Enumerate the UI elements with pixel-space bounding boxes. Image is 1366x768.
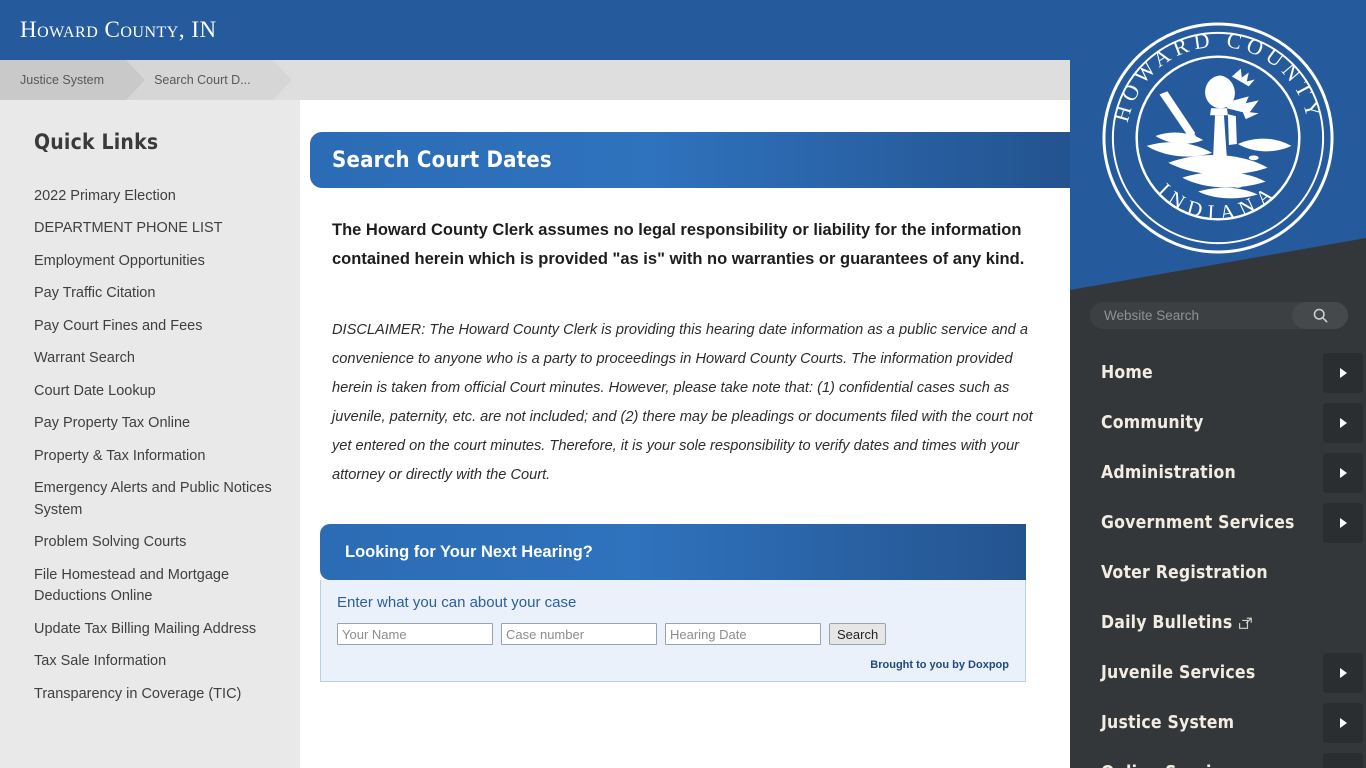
nav-item-label: Justice System [1101, 713, 1235, 733]
breadcrumb-list: Justice System Search Court D... [0, 60, 1070, 100]
county-seal-icon: HOWARD COUNTY INDIANA [1102, 22, 1334, 254]
list-item: Update Tax Billing Mailing Address [0, 613, 300, 646]
seal-panel: HOWARD COUNTY INDIANA [1070, 0, 1366, 290]
chevron-right-icon [1339, 668, 1347, 678]
hearing-search-prompt: Enter what you can about your case [337, 594, 577, 611]
nav-item-label: Online Services [1101, 763, 1242, 768]
nav-item-administration[interactable]: Administration [1070, 448, 1366, 498]
nav-item-label: Daily Bulletins [1101, 613, 1233, 633]
list-item: Pay Court Fines and Fees [0, 310, 300, 343]
nav-expand-community-button[interactable] [1323, 403, 1363, 443]
list-item: Pay Property Tax Online [0, 408, 300, 441]
search-input[interactable] [1090, 308, 1292, 323]
sidebar-item-court-date-lookup[interactable]: Court Date Lookup [34, 375, 278, 408]
nav-item-label: Community [1101, 413, 1204, 433]
list-item: Warrant Search [0, 343, 300, 376]
page-title: Search Court Dates [332, 147, 552, 173]
list-item: Emergency Alerts and Public Notices Syst… [0, 473, 300, 527]
list-item: Problem Solving Courts [0, 527, 300, 560]
lead-paragraph: The Howard County Clerk assumes no legal… [332, 221, 1025, 268]
sidebar-item-employment-opportunities[interactable]: Employment Opportunities [34, 245, 278, 278]
sidebar-item-file-homestead-deductions[interactable]: File Homestead and Mortgage Deductions O… [34, 559, 278, 613]
hearing-search-widget: Looking for Your Next Hearing? Enter wha… [320, 524, 1026, 682]
quick-links-sidebar: Quick Links 2022 Primary Election DEPART… [0, 100, 300, 768]
nav-item-online-services[interactable]: Online Services [1070, 748, 1366, 768]
sidebar-item-2022-primary-election[interactable]: 2022 Primary Election [34, 180, 278, 213]
sidebar-item-department-phone-list[interactable]: DEPARTMENT PHONE LIST [34, 213, 278, 246]
main-content: Search Court Dates The Howard County Cle… [300, 100, 1070, 768]
hearing-search-body: Enter what you can about your case Searc… [320, 580, 1026, 682]
hearing-search-banner: Looking for Your Next Hearing? [320, 524, 1026, 580]
nav-item-daily-bulletins[interactable]: Daily Bulletins [1070, 598, 1366, 648]
case-number-input[interactable] [501, 623, 657, 645]
nav-item-voter-registration[interactable]: Voter Registration [1070, 548, 1366, 598]
chevron-right-icon [1339, 718, 1347, 728]
sidebar-item-tax-sale-information[interactable]: Tax Sale Information [34, 646, 278, 679]
list-item: Tax Sale Information [0, 646, 300, 679]
sidebar-item-pay-traffic-citation[interactable]: Pay Traffic Citation [34, 278, 278, 311]
sidebar-item-pay-property-tax-online[interactable]: Pay Property Tax Online [34, 408, 278, 441]
nav-item-government-services[interactable]: Government Services [1070, 498, 1366, 548]
nav-item-justice-system[interactable]: Justice System [1070, 698, 1366, 748]
breadcrumb-label: Search Court D... [154, 73, 251, 87]
search-icon [1313, 308, 1327, 323]
breadcrumb-item-search-court-dates[interactable]: Search Court D... [126, 60, 292, 100]
nav-expand-administration-button[interactable] [1323, 453, 1363, 493]
nav-item-juvenile-services[interactable]: Juvenile Services [1070, 648, 1366, 698]
site-header: Howard County, IN [0, 0, 1070, 60]
nav-item-label: Voter Registration [1101, 563, 1268, 583]
chevron-right-icon [1339, 368, 1347, 378]
nav-item-home[interactable]: Home [1070, 348, 1366, 398]
list-item: 2022 Primary Election [0, 180, 300, 213]
nav-expand-online-services-button[interactable] [1323, 753, 1363, 768]
sidebar-item-update-tax-billing-address[interactable]: Update Tax Billing Mailing Address [34, 613, 278, 646]
sidebar-item-warrant-search[interactable]: Warrant Search [34, 343, 278, 376]
list-item: Court Date Lookup [0, 375, 300, 408]
page-root: Howard County, IN Justice System Search … [0, 0, 1366, 768]
sidebar-item-emergency-alerts[interactable]: Emergency Alerts and Public Notices Syst… [34, 473, 278, 527]
list-item: DEPARTMENT PHONE LIST [0, 213, 300, 246]
list-item: Transparency in Coverage (TIC) [0, 678, 300, 711]
list-item: Employment Opportunities [0, 245, 300, 278]
doxpop-credit-link[interactable]: Brought to you by Doxpop [337, 659, 1009, 671]
quick-links-title: Quick Links [34, 130, 159, 154]
sidebar-item-property-and-tax-information[interactable]: Property & Tax Information [34, 440, 278, 473]
disclaimer-paragraph: DISCLAIMER: The Howard County Clerk is p… [332, 322, 1033, 483]
sidebar-item-pay-court-fines-and-fees[interactable]: Pay Court Fines and Fees [34, 310, 278, 343]
nav-expand-justice-system-button[interactable] [1323, 703, 1363, 743]
nav-item-label: Administration [1101, 463, 1236, 483]
hearing-search-fields: Search [337, 623, 1009, 645]
search-button[interactable]: Search [829, 623, 887, 645]
nav-expand-home-button[interactable] [1323, 353, 1363, 393]
right-rail: HOWARD COUNTY INDIANA Website Search Hom… [1070, 0, 1366, 768]
sidebar-item-problem-solving-courts[interactable]: Problem Solving Courts [34, 527, 278, 560]
name-input[interactable] [337, 623, 493, 645]
list-item: Pay Traffic Citation [0, 278, 300, 311]
website-search [1090, 302, 1348, 329]
nav-expand-juvenile-services-button[interactable] [1323, 653, 1363, 693]
quick-links-list: 2022 Primary Election DEPARTMENT PHONE L… [0, 180, 300, 711]
list-item: Property & Tax Information [0, 440, 300, 473]
nav-item-label: Government Services [1101, 513, 1295, 533]
page-title-banner: Search Court Dates [310, 132, 1070, 188]
hearing-date-input[interactable] [665, 623, 821, 645]
chevron-right-icon [1339, 468, 1347, 478]
site-title: Howard County, IN [20, 17, 217, 42]
nav-item-label: Juvenile Services [1101, 663, 1256, 683]
breadcrumb-label: Justice System [20, 73, 105, 87]
search-submit-button[interactable] [1292, 302, 1348, 329]
main-nav: Home Community Administration Government… [1070, 348, 1366, 768]
sidebar-item-transparency-in-coverage[interactable]: Transparency in Coverage (TIC) [34, 678, 278, 711]
breadcrumb-item-justice-system[interactable]: Justice System [0, 60, 146, 100]
chevron-right-icon [1339, 418, 1347, 428]
external-link-icon [1239, 616, 1253, 630]
hearing-search-title: Looking for Your Next Hearing? [345, 542, 593, 561]
nav-item-label: Home [1101, 363, 1153, 383]
chevron-right-icon [1339, 518, 1347, 528]
breadcrumb: Justice System Search Court D... [0, 60, 1070, 100]
list-item: File Homestead and Mortgage Deductions O… [0, 559, 300, 613]
nav-expand-government-services-button[interactable] [1323, 503, 1363, 543]
nav-item-community[interactable]: Community [1070, 398, 1366, 448]
